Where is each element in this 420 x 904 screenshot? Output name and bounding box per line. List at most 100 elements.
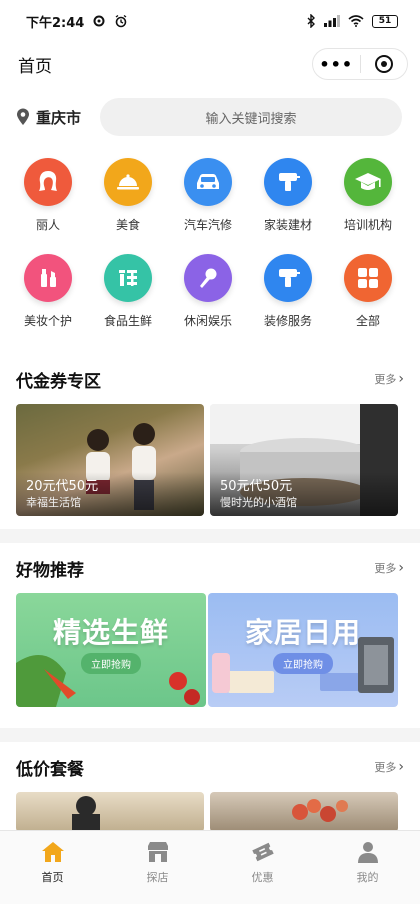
category-label: 全部 <box>355 314 380 328</box>
category-label: 装修服务 <box>263 314 312 328</box>
combo-card[interactable] <box>16 792 204 832</box>
tab-label: 优惠 <box>251 871 274 884</box>
voucher-shop: 慢时光的小酒馆 <box>220 496 297 509</box>
buy-now-button[interactable]: 立即抢购 <box>81 653 141 674</box>
grid-icon <box>344 254 392 302</box>
page-title: 首页 <box>18 56 52 77</box>
target-icon <box>374 55 393 73</box>
city-name: 重庆市 <box>36 108 82 127</box>
paint-roller-icon <box>264 254 312 302</box>
chevron-right-icon: › <box>398 560 404 576</box>
category-label: 培训机构 <box>343 218 392 232</box>
graduation-cap-icon <box>344 158 392 206</box>
combo-more-link[interactable]: 更多 › <box>374 759 404 775</box>
voucher-price: 20元代50元 <box>26 479 99 494</box>
mini-program-capsule: ••• <box>312 48 408 80</box>
category-grid: 丽人 美食 汽车汽修 家装建材 培训机构 美妆个护 食品生鲜 休闲娱乐 装修服务… <box>0 148 420 354</box>
search-input[interactable]: 输入关键词搜索 <box>100 98 402 136</box>
chevron-right-icon: › <box>398 371 404 387</box>
status-bar: 下午2:44 51 <box>0 0 420 42</box>
category-item-beauty[interactable]: 丽人 <box>6 158 90 233</box>
ticket-icon <box>249 839 277 865</box>
status-time: 下午2:44 <box>26 15 85 31</box>
home-goods-banner[interactable]: 家居日用 立即抢购 <box>208 593 398 707</box>
category-item-training[interactable]: 培训机构 <box>326 158 410 233</box>
category-item-renovation[interactable]: 装修服务 <box>246 254 330 329</box>
chevron-right-icon: › <box>398 759 404 775</box>
tab-home[interactable]: 首页 <box>0 831 105 904</box>
voucher-section: 代金券专区 更多 › 20元代50元 幸福生活馆 50元代50元 慢时光的小酒馆 <box>0 354 420 529</box>
tab-explore[interactable]: 探店 <box>105 831 210 904</box>
voucher-shop: 幸福生活馆 <box>26 496 81 509</box>
category-item-leisure[interactable]: 休闲娱乐 <box>166 254 250 329</box>
signal-icon <box>324 15 340 27</box>
category-label: 美食 <box>115 218 140 232</box>
car-icon <box>184 158 232 206</box>
voucher-card[interactable]: 50元代50元 慢时光的小酒馆 <box>210 404 398 516</box>
woman-face-icon <box>24 158 72 206</box>
section-title: 低价套餐 <box>16 759 84 780</box>
category-label: 家装建材 <box>263 218 312 232</box>
category-item-fresh-food[interactable]: 食品生鲜 <box>86 254 170 329</box>
fresh-banner[interactable]: 精选生鲜 立即抢购 <box>16 593 206 707</box>
bluetooth-icon <box>307 14 315 28</box>
goods-section-header: 好物推荐 更多 › <box>0 543 420 593</box>
tab-bar: 首页 探店 优惠 我的 <box>0 830 420 904</box>
more-label: 更多 <box>374 373 397 386</box>
home-icon <box>39 839 67 865</box>
cosmetics-icon <box>24 254 72 302</box>
category-label: 美妆个护 <box>23 314 72 328</box>
fresh-food-icon <box>104 254 152 302</box>
drill-icon <box>264 158 312 206</box>
tab-discount[interactable]: 优惠 <box>210 831 315 904</box>
more-options-button[interactable]: ••• <box>313 55 360 74</box>
location-pin-icon <box>17 108 29 125</box>
food-cloche-icon <box>104 158 152 206</box>
shop-icon <box>144 839 172 865</box>
goods-section: 好物推荐 更多 › 精选生鲜 立即抢购 家居日用 立即抢购 <box>0 543 420 728</box>
tab-label: 首页 <box>41 871 64 884</box>
tab-label: 我的 <box>356 871 379 884</box>
category-label: 食品生鲜 <box>103 314 152 328</box>
section-title: 代金券专区 <box>16 371 101 392</box>
app-page: 下午2:44 51 首页 ••• 重庆市 输入关键词搜索 丽人 美食 汽车汽修 … <box>0 0 420 904</box>
combo-section-header: 低价套餐 更多 › <box>0 742 420 792</box>
voucher-cards: 20元代50元 幸福生活馆 50元代50元 慢时光的小酒馆 <box>0 404 420 522</box>
goods-more-link[interactable]: 更多 › <box>374 560 404 576</box>
goods-banners: 精选生鲜 立即抢购 家居日用 立即抢购 <box>0 593 420 711</box>
buy-now-button[interactable]: 立即抢购 <box>273 653 333 674</box>
category-label: 丽人 <box>35 218 60 232</box>
nav-bar: 首页 ••• <box>0 42 420 86</box>
settings-gear-icon <box>93 15 105 27</box>
voucher-section-header: 代金券专区 更多 › <box>0 354 420 404</box>
voucher-price: 50元代50元 <box>220 479 293 494</box>
tab-mine[interactable]: 我的 <box>315 831 420 904</box>
category-item-auto[interactable]: 汽车汽修 <box>166 158 250 233</box>
banner-title: 家居日用 <box>244 616 361 649</box>
voucher-more-link[interactable]: 更多 › <box>374 371 404 387</box>
voucher-card[interactable]: 20元代50元 幸福生活馆 <box>16 404 204 516</box>
category-label: 汽车汽修 <box>183 218 232 232</box>
photo-person-image <box>72 796 100 832</box>
close-program-button[interactable] <box>361 55 408 73</box>
category-label: 休闲娱乐 <box>183 314 232 328</box>
category-item-food[interactable]: 美食 <box>86 158 170 233</box>
combo-section: 低价套餐 更多 › <box>0 742 420 832</box>
city-selector[interactable]: 重庆市 <box>16 107 100 128</box>
category-item-cosmetics[interactable]: 美妆个护 <box>6 254 90 329</box>
battery-indicator: 51 <box>372 14 398 28</box>
category-item-home-building[interactable]: 家装建材 <box>246 158 330 233</box>
banner-title: 精选生鲜 <box>52 616 169 649</box>
microphone-icon <box>184 254 232 302</box>
search-row: 重庆市 输入关键词搜索 <box>0 86 420 148</box>
alarm-clock-icon <box>115 14 127 28</box>
user-icon <box>354 839 382 865</box>
combo-card[interactable] <box>210 792 398 832</box>
wifi-icon <box>348 15 364 27</box>
more-label: 更多 <box>374 761 397 774</box>
category-item-all[interactable]: 全部 <box>326 254 410 329</box>
section-title: 好物推荐 <box>16 560 84 581</box>
tab-label: 探店 <box>146 871 169 884</box>
photo-flowers-image <box>292 799 348 822</box>
more-label: 更多 <box>374 562 397 575</box>
